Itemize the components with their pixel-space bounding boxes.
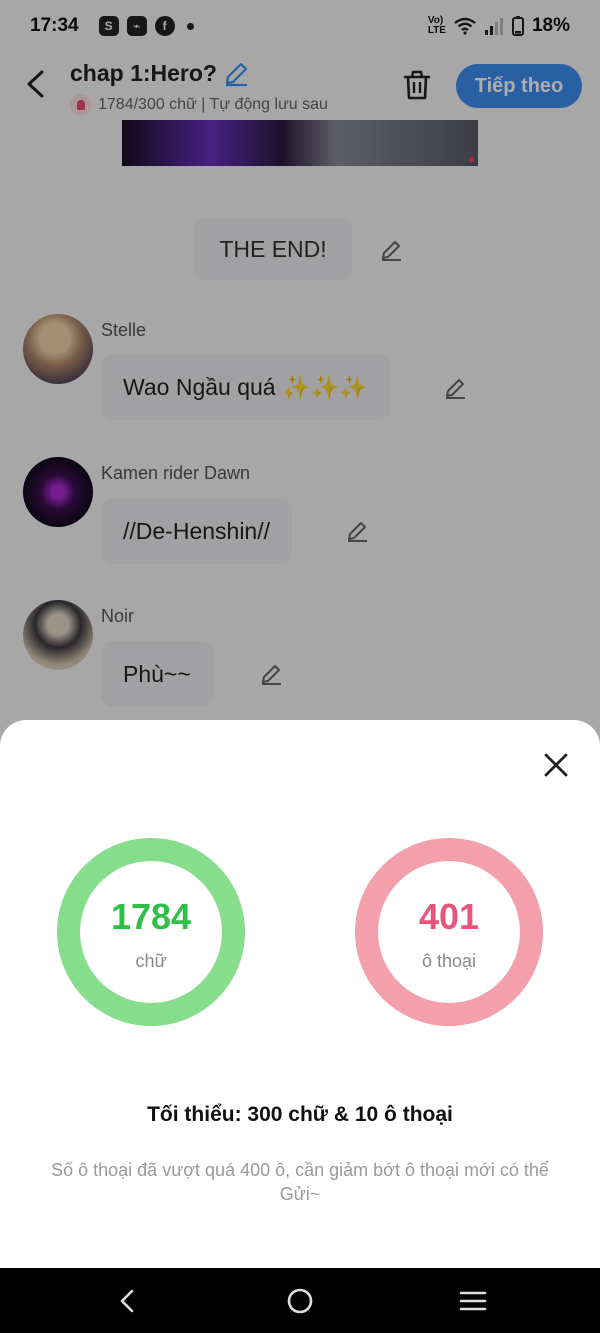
dialog-limit-warning: Số ô thoại đã vượt quá 400 ô, cần giảm b… — [51, 1160, 549, 1204]
dialog-count-label: ô thoại — [421, 951, 477, 971]
dialog-count-ring: 401 ô thoại — [355, 838, 543, 1026]
nav-home-icon[interactable] — [285, 1286, 315, 1316]
close-icon[interactable] — [540, 749, 572, 781]
word-count-label: chữ — [135, 951, 167, 971]
word-count-ring: 1784 chữ — [57, 838, 245, 1026]
nav-back-icon[interactable] — [113, 1286, 143, 1316]
minimum-requirement: Tối thiểu: 300 chữ & 10 ô thoại — [147, 1103, 453, 1126]
system-nav-bar — [0, 1268, 600, 1333]
word-count-value: 1784 — [110, 896, 192, 937]
dialog-count-value: 401 — [418, 896, 480, 937]
nav-recents-icon[interactable] — [458, 1286, 488, 1316]
